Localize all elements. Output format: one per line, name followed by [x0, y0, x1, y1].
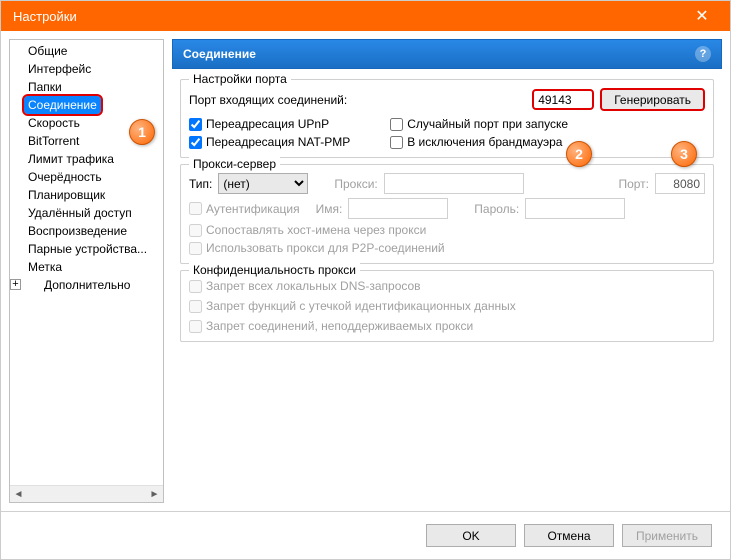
tree-item-playback[interactable]: Воспроизведение	[24, 222, 131, 240]
scroll-right-icon[interactable]: ►	[146, 486, 163, 503]
incoming-port-label: Порт входящих соединений:	[189, 93, 347, 107]
panel-header: Соединение ?	[172, 39, 722, 69]
proxy-type-label: Тип:	[189, 177, 212, 191]
proxy-privacy-group: Конфиденциальность прокси Запрет всех ло…	[180, 270, 714, 342]
tree-item-queue[interactable]: Очерёдность	[24, 168, 106, 186]
proxy-hostnames-checkbox: Сопоставлять хост-имена через прокси	[189, 223, 705, 237]
close-icon[interactable]: ✕	[682, 1, 722, 31]
random-port-checkbox[interactable]: Случайный порт при запуске	[390, 117, 568, 131]
tree-item-general[interactable]: Общие	[24, 42, 71, 60]
proxy-host-input	[384, 173, 524, 194]
window-title: Настройки	[13, 9, 77, 24]
horizontal-scrollbar[interactable]: ◄ ►	[10, 485, 163, 502]
scroll-left-icon[interactable]: ◄	[10, 486, 27, 503]
incoming-port-input[interactable]	[532, 89, 594, 110]
expand-icon[interactable]: +	[10, 279, 21, 290]
tree-item-scheduler[interactable]: Планировщик	[24, 186, 109, 204]
help-icon[interactable]: ?	[695, 46, 711, 62]
privacy-unsupported-checkbox: Запрет соединений, неподдерживаемых прок…	[189, 319, 705, 333]
tree-item-folders[interactable]: Папки	[24, 78, 66, 96]
privacy-leak-checkbox: Запрет функций с утечкой идентификационн…	[189, 299, 705, 313]
proxy-user-label: Имя:	[316, 202, 343, 216]
proxy-p2p-checkbox: Использовать прокси для P2P-соединений	[189, 241, 705, 255]
tree-item-label[interactable]: Метка	[24, 258, 66, 276]
tree-item-remote[interactable]: Удалённый доступ	[24, 204, 136, 222]
proxy-pass-label: Пароль:	[474, 202, 519, 216]
port-settings-legend: Настройки порта	[189, 72, 291, 86]
proxy-group: Прокси-сервер Тип: (нет) Прокси: Порт: А…	[180, 164, 714, 264]
firewall-exception-checkbox[interactable]: В исключения брандмауэра	[390, 135, 568, 149]
proxy-type-select[interactable]: (нет)	[218, 173, 308, 194]
proxy-privacy-legend: Конфиденциальность прокси	[189, 263, 360, 277]
ok-button[interactable]: OK	[426, 524, 516, 547]
proxy-pass-input	[525, 198, 625, 219]
tree-item-traffic-limit[interactable]: Лимит трафика	[24, 150, 118, 168]
upnp-checkbox[interactable]: Переадресация UPnP	[189, 117, 350, 131]
tree-item-connection[interactable]: Соединение	[24, 96, 101, 114]
proxy-auth-checkbox: Аутентификация	[189, 202, 300, 216]
proxy-legend: Прокси-сервер	[189, 157, 280, 171]
natpmp-checkbox[interactable]: Переадресация NAT-PMP	[189, 135, 350, 149]
dialog-footer: OK Отмена Применить	[1, 511, 730, 559]
proxy-port-input	[655, 173, 705, 194]
tree-item-speed[interactable]: Скорость	[24, 114, 84, 132]
apply-button: Применить	[622, 524, 712, 547]
proxy-user-input	[348, 198, 448, 219]
port-settings-group: Настройки порта Порт входящих соединений…	[180, 79, 714, 158]
proxy-port-label: Порт:	[618, 177, 649, 191]
settings-tree: Общие Интерфейс Папки Соединение Скорост…	[9, 39, 164, 503]
panel-title: Соединение	[183, 47, 256, 61]
tree-item-bittorrent[interactable]: BitTorrent	[24, 132, 83, 150]
titlebar: Настройки ✕	[1, 1, 730, 31]
cancel-button[interactable]: Отмена	[524, 524, 614, 547]
tree-item-interface[interactable]: Интерфейс	[24, 60, 95, 78]
generate-port-button[interactable]: Генерировать	[600, 88, 705, 111]
tree-item-advanced[interactable]: Дополнительно	[40, 276, 134, 294]
privacy-dns-checkbox: Запрет всех локальных DNS-запросов	[189, 279, 705, 293]
proxy-host-label: Прокси:	[334, 177, 377, 191]
tree-item-paired[interactable]: Парные устройства...	[24, 240, 151, 258]
